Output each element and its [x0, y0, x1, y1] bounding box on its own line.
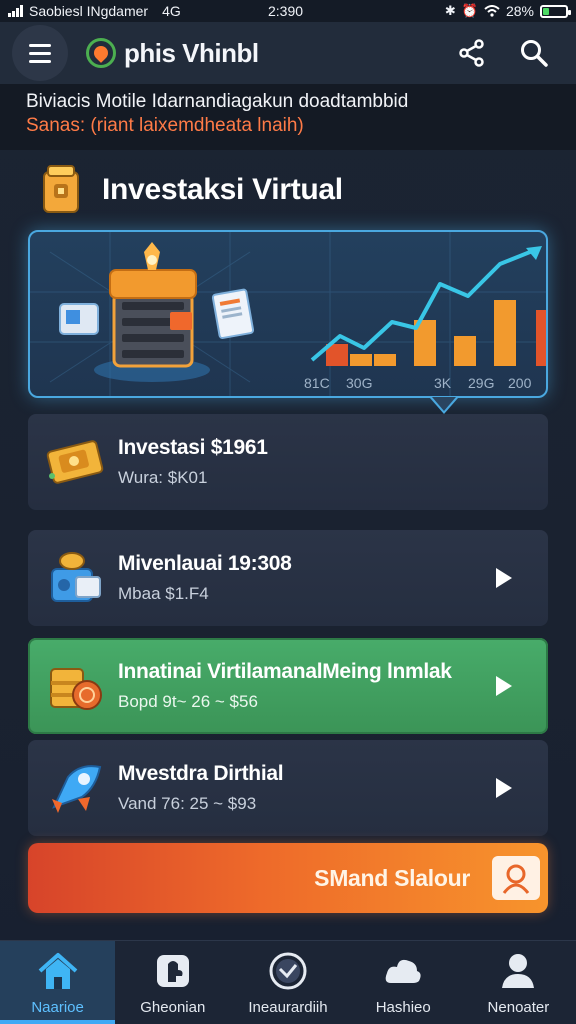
user-icon — [500, 949, 536, 993]
nav-label: Ineaurardiih — [248, 999, 328, 1016]
chevron-right-icon — [496, 676, 512, 696]
network-type: 4G — [162, 3, 181, 19]
share-button[interactable] — [456, 37, 488, 69]
card-title: Investasi $1961 — [118, 436, 268, 459]
nav-item-hashieo[interactable]: Hashieo — [346, 941, 461, 1024]
card-subtitle: Mbaa $1.F4 — [118, 584, 209, 603]
growth-chart: 81C 30G 3K 29G 200 — [304, 246, 546, 390]
nav-label: Hashieo — [375, 999, 431, 1016]
rocket-icon — [42, 754, 110, 822]
nav-item-gheonian[interactable]: Gheonian — [115, 941, 230, 1024]
nav-label: Gheonian — [140, 999, 206, 1016]
tick-label: 81C — [304, 375, 330, 390]
gold-ticket-icon — [42, 428, 110, 496]
chart-bar — [350, 354, 372, 366]
nav-label: Naarioe — [31, 999, 84, 1016]
nav-item-nenoater[interactable]: Nenoater — [461, 941, 576, 1024]
investment-card-3[interactable]: Innatinai VirtilamanalMeing lnmlak Bopd … — [28, 638, 548, 734]
chevron-right-icon — [496, 568, 512, 588]
cash-register-icon — [42, 544, 110, 612]
brand: phis Vhinbl — [86, 38, 259, 69]
chart-bar — [494, 300, 516, 366]
nav-label: Nenoater — [487, 999, 550, 1016]
signal-icon — [8, 5, 23, 17]
app-name: phis Vhinbl — [124, 37, 259, 68]
tick-label: 200 — [508, 375, 532, 390]
server-illustration-icon — [59, 242, 255, 382]
search-button[interactable] — [518, 37, 550, 69]
share-icon — [459, 39, 484, 67]
banner-text: Biviacis Motile Idarnandiagakun doadtamb… — [26, 91, 409, 112]
hero-card[interactable]: 81C 30G 3K 29G 200 — [28, 230, 548, 398]
tick-label: 29G — [468, 375, 494, 390]
cloud-icon — [383, 949, 423, 993]
card-subtitle: Bopd 9t~ 26 ~ $56 — [118, 692, 258, 711]
nav-item-ineaurardiih[interactable]: Ineaurardiih — [230, 941, 345, 1024]
info-banner: Biviacis Motile Idarnandiagakun doadtamb… — [0, 84, 576, 150]
page-title: Investaksi Virtual — [102, 173, 343, 206]
card-title: Mivenlauai 19:308 — [118, 552, 292, 575]
card-title: Mvestdra Dirthial — [118, 762, 284, 785]
wifi-icon — [484, 5, 500, 17]
tick-label: 30G — [346, 375, 372, 390]
menu-button[interactable] — [12, 25, 68, 81]
battery-icon — [540, 4, 571, 18]
chevron-right-icon — [496, 778, 512, 798]
status-bar: Saobiesl INgdamer 4G 2:390 ✱ ⏰ 28% — [0, 0, 576, 22]
battery-percent: 28% — [505, 3, 534, 19]
search-user-icon — [492, 856, 540, 900]
hero-pointer-fill — [432, 397, 456, 411]
card-subtitle: Vand 76: 25 ~ $93 — [118, 794, 257, 813]
treasure-box-icon — [43, 165, 79, 213]
chart-bar — [374, 354, 396, 366]
card-title: Innatinai VirtilamanalMeing lnmlak — [118, 660, 452, 683]
search-icon — [521, 40, 548, 67]
coin-stack-icon — [42, 652, 110, 720]
investment-card-2[interactable]: Mivenlauai 19:308 Mbaa $1.F4 — [28, 530, 548, 626]
chart-bar — [536, 310, 546, 366]
clock-icon — [268, 949, 308, 993]
bluetooth-icon: ✱ — [444, 3, 456, 18]
cta-button[interactable]: SMand Slalour — [28, 843, 548, 913]
bottom-nav: Naarioe Gheonian Ineaurardiih Hashieo Ne… — [0, 940, 576, 1024]
chart-bar — [454, 336, 476, 366]
carrier-name: Saobiesl INgdamer — [29, 3, 149, 19]
investment-card-4[interactable]: Mvestdra Dirthial Vand 76: 25 ~ $93 — [28, 740, 548, 836]
puzzle-icon — [154, 949, 192, 993]
cta-label: SMand Slalour — [314, 864, 470, 891]
section-header: Investaksi Virtual — [38, 164, 343, 216]
tick-label: 3K — [434, 375, 452, 390]
logo-icon — [86, 38, 116, 68]
investment-card-1[interactable]: Investasi $1961 Wura: $K01 — [28, 414, 548, 510]
app-header: phis Vhinbl — [0, 22, 576, 84]
status-time: 2:390 — [268, 3, 304, 19]
card-subtitle: Wura: $K01 — [118, 468, 208, 487]
home-icon — [37, 949, 79, 993]
nav-item-home[interactable]: Naarioe — [0, 941, 116, 1024]
alarm-icon: ⏰ — [461, 3, 478, 18]
banner-subtext: Sanas: (riant laixemdheata lnaih) — [26, 115, 304, 136]
